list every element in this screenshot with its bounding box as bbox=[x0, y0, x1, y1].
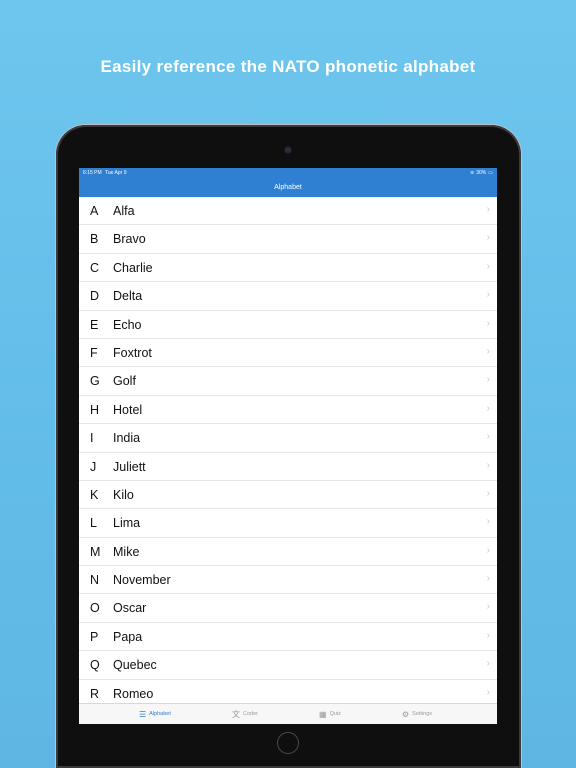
camera-icon bbox=[285, 147, 291, 153]
row-word: Alfa bbox=[113, 204, 135, 218]
list-item[interactable]: D Delta › bbox=[79, 282, 497, 311]
row-word: Mike bbox=[113, 544, 140, 559]
quiz-icon: ▦ bbox=[319, 709, 327, 719]
chevron-right-icon: › bbox=[486, 402, 490, 414]
nav-title: Alphabet bbox=[274, 184, 302, 191]
chevron-right-icon: › bbox=[486, 431, 490, 443]
list-item[interactable]: C Charlie › bbox=[79, 254, 497, 283]
row-letter: A bbox=[90, 204, 99, 218]
row-letter: E bbox=[90, 317, 99, 332]
chevron-right-icon: › bbox=[486, 544, 490, 556]
row-word: Foxtrot bbox=[113, 345, 152, 360]
row-letter: G bbox=[90, 374, 100, 389]
row-letter: H bbox=[90, 402, 100, 417]
list-item[interactable]: H Hotel › bbox=[79, 396, 497, 425]
row-letter: B bbox=[90, 232, 99, 247]
row-letter: N bbox=[90, 573, 100, 588]
tab-bar: ☰ Alphabet 文 Coder ▦ Quiz ⚙ Settings bbox=[79, 703, 497, 724]
chevron-right-icon: › bbox=[486, 232, 490, 244]
chevron-right-icon: › bbox=[486, 516, 490, 528]
list-item[interactable]: K Kilo › bbox=[79, 481, 497, 510]
list-item[interactable]: J Juliett › bbox=[79, 453, 497, 481]
row-letter: C bbox=[90, 260, 100, 275]
list-item[interactable]: N November › bbox=[79, 566, 497, 595]
chevron-right-icon: › bbox=[486, 317, 490, 329]
list-item[interactable]: Q Quebec › bbox=[79, 651, 497, 680]
gear-icon: ⚙ bbox=[402, 709, 410, 719]
wifi-icon: ≋ bbox=[470, 170, 475, 176]
list-item[interactable]: E Echo › bbox=[79, 311, 497, 339]
row-letter: K bbox=[90, 487, 99, 502]
row-word: Kilo bbox=[113, 487, 134, 502]
row-letter: F bbox=[90, 345, 98, 360]
tab-label: Settings bbox=[412, 711, 433, 717]
chevron-right-icon: › bbox=[486, 374, 490, 386]
row-word: Charlie bbox=[113, 260, 153, 275]
status-bar: 6:15 PM Tue Apr 9 ≋ 30% ▭ bbox=[79, 168, 497, 178]
list-icon: ☰ bbox=[139, 709, 147, 719]
navigation-bar: Alphabet bbox=[79, 178, 497, 197]
row-word: India bbox=[113, 431, 141, 446]
tab-label: Coder bbox=[243, 711, 258, 717]
status-indicators: ≋ 30% ▭ bbox=[470, 170, 493, 176]
row-word: Echo bbox=[113, 317, 142, 332]
row-letter: Q bbox=[90, 658, 100, 673]
promo-headline: Easily reference the NATO phonetic alpha… bbox=[100, 57, 476, 76]
row-letter: J bbox=[90, 459, 97, 474]
chevron-right-icon: › bbox=[486, 573, 490, 585]
row-word: Oscar bbox=[113, 601, 147, 616]
translate-icon: 文 bbox=[232, 709, 240, 719]
row-letter: I bbox=[90, 431, 94, 446]
tab-settings[interactable]: ⚙ Settings bbox=[402, 704, 432, 724]
list-item[interactable]: F Foxtrot › bbox=[79, 339, 497, 368]
chevron-right-icon: › bbox=[486, 629, 490, 641]
row-word: Papa bbox=[113, 629, 143, 644]
list-item[interactable]: A Alfa › bbox=[79, 197, 497, 226]
chevron-right-icon: › bbox=[486, 459, 490, 471]
chevron-right-icon: › bbox=[486, 601, 490, 613]
alphabet-list: A Alfa › B Bravo › C Charlie › D Delta ›… bbox=[79, 197, 497, 709]
tab-label: Quiz bbox=[329, 711, 341, 717]
row-letter: D bbox=[90, 289, 100, 304]
chevron-right-icon: › bbox=[486, 658, 490, 670]
list-item[interactable]: I India › bbox=[79, 424, 497, 453]
tab-quiz[interactable]: ▦ Quiz bbox=[319, 704, 341, 724]
list-item[interactable]: P Papa › bbox=[79, 623, 497, 652]
list-item[interactable]: L Lima › bbox=[79, 509, 497, 538]
chevron-right-icon: › bbox=[486, 487, 490, 499]
app-screen: 6:15 PM Tue Apr 9 ≋ 30% ▭ Alphabet A Alf… bbox=[79, 168, 497, 724]
chevron-right-icon: › bbox=[486, 345, 490, 357]
battery-icon: ▭ bbox=[488, 170, 493, 176]
row-letter: O bbox=[90, 601, 100, 616]
list-item[interactable]: M Mike › bbox=[79, 538, 497, 567]
chevron-right-icon: › bbox=[486, 260, 490, 272]
battery-percent: 30% bbox=[476, 170, 487, 176]
chevron-right-icon: › bbox=[486, 289, 490, 301]
row-letter: L bbox=[90, 516, 97, 531]
row-word: Romeo bbox=[113, 686, 154, 701]
status-date: Tue Apr 9 bbox=[105, 170, 127, 176]
row-word: Golf bbox=[113, 374, 136, 389]
row-letter: R bbox=[90, 686, 100, 701]
row-word: November bbox=[113, 573, 171, 588]
list-item[interactable]: G Golf › bbox=[79, 367, 497, 396]
row-word: Juliett bbox=[113, 459, 146, 474]
chevron-right-icon: › bbox=[486, 686, 490, 698]
row-word: Bravo bbox=[113, 232, 146, 247]
ipad-frame: 6:15 PM Tue Apr 9 ≋ 30% ▭ Alphabet A Alf… bbox=[56, 125, 521, 768]
tab-label: Alphabet bbox=[149, 711, 171, 717]
tab-coder[interactable]: 文 Coder bbox=[232, 704, 258, 724]
home-button[interactable] bbox=[277, 732, 299, 754]
chevron-right-icon: › bbox=[486, 204, 490, 215]
row-letter: P bbox=[90, 629, 99, 644]
tab-alphabet[interactable]: ☰ Alphabet bbox=[139, 704, 171, 724]
list-item[interactable]: O Oscar › bbox=[79, 594, 497, 623]
row-letter: M bbox=[90, 544, 101, 559]
status-time: 6:15 PM bbox=[83, 170, 102, 176]
row-word: Hotel bbox=[113, 402, 143, 417]
row-word: Delta bbox=[113, 289, 143, 304]
row-word: Lima bbox=[113, 516, 141, 531]
list-item[interactable]: B Bravo › bbox=[79, 225, 497, 254]
row-word: Quebec bbox=[113, 658, 157, 673]
